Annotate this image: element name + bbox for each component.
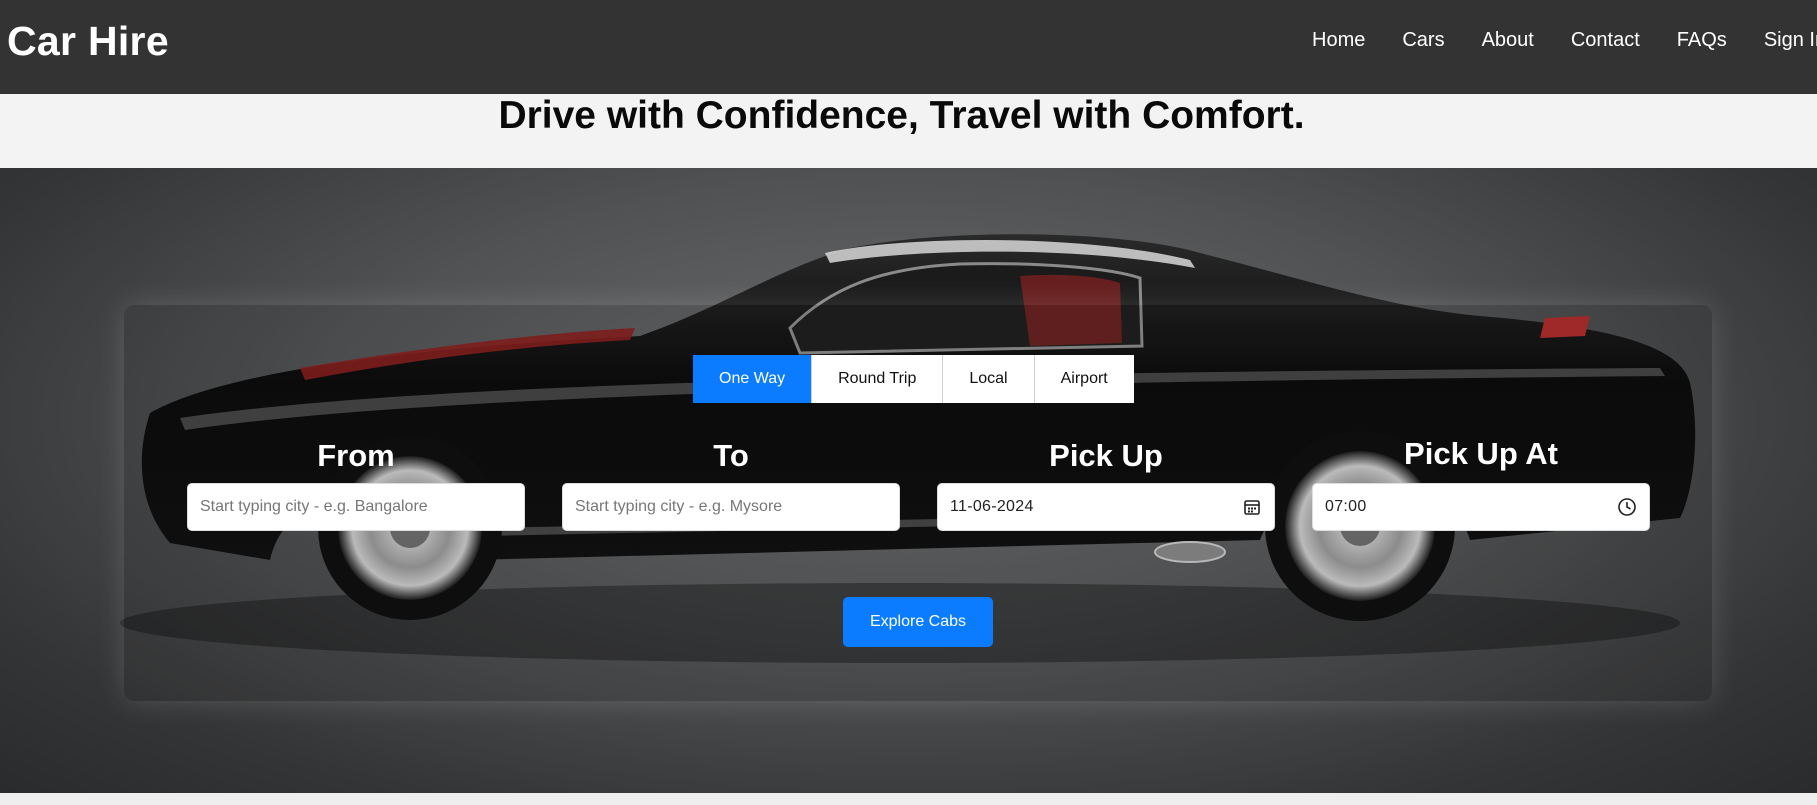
pickup-at-label: Pick Up At (1404, 436, 1558, 471)
from-input-box (187, 483, 525, 531)
nav-link-home[interactable]: Home (1312, 29, 1365, 52)
to-field: To (562, 439, 900, 531)
calendar-icon[interactable] (1242, 497, 1262, 517)
pickup-date-value: 11-06-2024 (950, 498, 1034, 515)
to-input[interactable] (575, 498, 887, 516)
hero-section: One Way Round Trip Local Airport From To… (0, 168, 1817, 793)
tab-round-trip[interactable]: Round Trip (812, 355, 944, 403)
tab-one-way[interactable]: One Way (693, 355, 813, 403)
pickup-label: Pick Up (1049, 438, 1163, 473)
clock-icon[interactable] (1617, 497, 1637, 517)
nav-link-sign-in[interactable]: Sign In (1764, 29, 1817, 52)
explore-cabs-button[interactable]: Explore Cabs (843, 597, 993, 647)
from-field: From (187, 439, 525, 531)
page-footer-strip (0, 793, 1817, 805)
pickup-date-field: Pick Up 11-06-2024 (937, 439, 1275, 531)
site-header: Car Hire Home Cars About Contact FAQs Si… (0, 0, 1817, 94)
page-headline: Drive with Confidence, Travel with Comfo… (498, 94, 1305, 137)
from-input[interactable] (200, 498, 512, 516)
nav-link-faqs[interactable]: FAQs (1677, 29, 1727, 52)
main-nav: Home Cars About Contact FAQs Sign In (1312, 29, 1817, 52)
nav-link-contact[interactable]: Contact (1571, 29, 1640, 52)
pickup-time-value: 07:00 (1325, 498, 1367, 515)
from-label: From (317, 438, 395, 473)
pickup-time-field: Pick Up At 07:00 (1312, 437, 1650, 531)
nav-link-about[interactable]: About (1482, 29, 1534, 52)
tab-local[interactable]: Local (943, 355, 1035, 403)
to-input-box (562, 483, 900, 531)
nav-link-cars[interactable]: Cars (1402, 29, 1444, 52)
pickup-time-input[interactable]: 07:00 (1312, 483, 1650, 531)
tab-airport[interactable]: Airport (1034, 355, 1134, 403)
brand-logo[interactable]: Car Hire (7, 18, 169, 65)
trip-type-tabs: One Way Round Trip Local Airport (693, 355, 1134, 403)
pickup-date-input[interactable]: 11-06-2024 (937, 483, 1275, 531)
headline-section: Drive with Confidence, Travel with Comfo… (0, 94, 1817, 168)
to-label: To (713, 438, 749, 473)
